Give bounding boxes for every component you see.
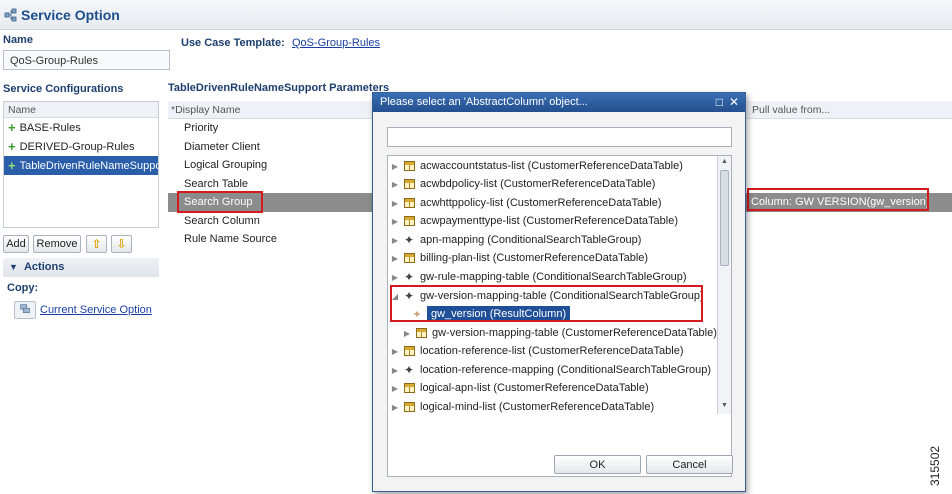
tree-item[interactable]: ▶ acwbdpolicy-list (CustomerReferenceDat… xyxy=(390,175,655,193)
scrollbar-thumb[interactable] xyxy=(720,170,729,266)
actions-section-header[interactable]: ▼ Actions xyxy=(3,258,159,277)
select-abstract-column-dialog: Please select an 'AbstractColumn' object… xyxy=(372,92,746,492)
tree-item[interactable]: ▶ acwaccountstatus-list (CustomerReferen… xyxy=(390,157,683,175)
tree-item-label: gw-version-mapping-table (CustomerRefere… xyxy=(432,327,717,339)
name-label: Name xyxy=(3,34,33,46)
actions-title: Actions xyxy=(23,261,65,273)
copy-label: Copy: xyxy=(7,282,39,294)
page-title: Service Option xyxy=(21,7,120,23)
tree-item-label: billing-plan-list (CustomerReferenceData… xyxy=(420,252,649,264)
tree-item[interactable]: ▶ acwpaymenttype-list (CustomerReference… xyxy=(390,212,678,230)
expand-arrow-icon[interactable]: ▶ xyxy=(390,199,400,208)
plus-icon: + xyxy=(8,157,16,173)
tree-item[interactable]: ▶ location-reference-list (CustomerRefer… xyxy=(390,342,684,360)
tree-item[interactable]: ▶ logical-apn-list (CustomerReferenceDat… xyxy=(390,379,649,397)
expand-arrow-icon[interactable]: ▶ xyxy=(390,403,400,412)
table-icon xyxy=(404,161,415,171)
pull-value-column-header: Pull value from... xyxy=(752,104,831,116)
tree-item-label: apn-mapping (ConditionalSearchTableGroup… xyxy=(420,234,642,246)
service-configurations-title: Service Configurations xyxy=(3,83,124,95)
tree-item[interactable]: ▶ logical-mind-list (CustomerReferenceDa… xyxy=(390,398,654,416)
list-item-label: TableDrivenRuleNameSupport xyxy=(19,159,158,172)
list-item[interactable]: + TableDrivenRuleNameSupport xyxy=(4,156,158,175)
tree-item-label: logical-mind-list (CustomerReferenceData… xyxy=(420,401,655,413)
tree-item-label: acwaccountstatus-list (CustomerReference… xyxy=(420,160,683,172)
expand-arrow-icon[interactable]: ▶ xyxy=(390,366,400,375)
plus-icon: + xyxy=(8,119,16,135)
scroll-down-arrow-icon[interactable]: ▼ xyxy=(721,402,728,409)
service-option-icon xyxy=(4,8,17,22)
table-icon xyxy=(404,346,415,356)
display-name-column-header: *Display Name xyxy=(171,104,241,116)
tree-item[interactable]: ▶ acwhttppolicy-list (CustomerReferenceD… xyxy=(390,194,662,212)
list-item-label: BASE-Rules xyxy=(19,121,81,134)
highlight-search-group xyxy=(177,191,263,213)
copy-icon xyxy=(14,301,36,319)
list-item[interactable]: + BASE-Rules xyxy=(4,118,158,137)
dialog-title: Please select an 'AbstractColumn' object… xyxy=(380,96,588,108)
parameters-title: TableDrivenRuleNameSupport Parameters xyxy=(168,82,390,94)
table-icon xyxy=(416,328,427,338)
tree-item-label: acwpaymenttype-list (CustomerReferenceDa… xyxy=(420,215,678,227)
use-case-template-link[interactable]: QoS-Group-Rules xyxy=(292,37,380,49)
cancel-button[interactable]: Cancel xyxy=(646,455,733,474)
highlight-gw-version xyxy=(390,285,703,322)
scroll-up-arrow-icon[interactable]: ▲ xyxy=(721,158,728,165)
service-configurations-list: Name + BASE-Rules + DERIVED-Group-Rules … xyxy=(3,101,159,228)
list-column-header: Name xyxy=(4,102,158,118)
collapse-triangle-icon: ▼ xyxy=(9,262,18,272)
expand-arrow-icon[interactable]: ▶ xyxy=(390,217,400,226)
expand-arrow-icon[interactable]: ▶ xyxy=(390,180,400,189)
move-down-button[interactable]: ⇩ xyxy=(111,235,132,253)
close-icon[interactable]: ✕ xyxy=(729,95,739,109)
figure-id: 315502 xyxy=(928,445,942,486)
tree-item-label: location-reference-list (CustomerReferen… xyxy=(420,345,684,357)
table-icon xyxy=(404,179,415,189)
move-up-button[interactable]: ⇧ xyxy=(86,235,107,253)
name-field[interactable]: QoS-Group-Rules xyxy=(3,50,170,70)
table-icon xyxy=(404,402,415,412)
arrow-up-icon: ⇧ xyxy=(91,237,102,251)
remove-button[interactable]: Remove xyxy=(33,235,81,253)
tree-item-label: acwbdpolicy-list (CustomerReferenceDataT… xyxy=(420,178,656,190)
expand-arrow-icon[interactable]: ▶ xyxy=(402,329,412,338)
table-icon xyxy=(404,383,415,393)
expand-arrow-icon[interactable]: ▶ xyxy=(390,236,400,245)
current-service-option-link[interactable]: Current Service Option xyxy=(40,304,152,316)
list-item-label: DERIVED-Group-Rules xyxy=(19,140,135,153)
list-item[interactable]: + DERIVED-Group-Rules xyxy=(4,137,158,156)
tree-item[interactable]: ▶ ✦ gw-rule-mapping-table (ConditionalSe… xyxy=(390,268,687,286)
table-icon xyxy=(404,216,415,226)
tree-item-label: acwhttppolicy-list (CustomerReferenceDat… xyxy=(420,197,662,209)
filter-input[interactable] xyxy=(387,127,732,147)
tree-item[interactable]: ▶ gw-version-mapping-table (CustomerRefe… xyxy=(402,324,717,342)
group-icon: ✦ xyxy=(403,233,415,247)
ok-button[interactable]: OK xyxy=(554,455,641,474)
expand-arrow-icon[interactable]: ▶ xyxy=(390,273,400,282)
expand-arrow-icon[interactable]: ▶ xyxy=(390,347,400,356)
tree-item[interactable]: ▶ ✦ location-reference-mapping (Conditio… xyxy=(390,361,711,379)
table-icon xyxy=(404,253,415,263)
expand-arrow-icon[interactable]: ▶ xyxy=(390,162,400,171)
maximize-icon[interactable]: □ xyxy=(716,95,723,109)
header-bar: Service Option xyxy=(0,0,952,30)
table-icon xyxy=(404,198,415,208)
group-icon: ✦ xyxy=(403,363,415,377)
tree-item-label: location-reference-mapping (ConditionalS… xyxy=(420,364,712,376)
tree-item-label: logical-apn-list (CustomerReferenceDataT… xyxy=(420,382,649,394)
tree-item-label: gw-rule-mapping-table (ConditionalSearch… xyxy=(420,271,687,283)
arrow-down-icon: ⇩ xyxy=(116,237,127,251)
tree-item[interactable]: ▶ ✦ apn-mapping (ConditionalSearchTableG… xyxy=(390,231,641,249)
tree-scrollbar[interactable]: ▲ ▼ xyxy=(717,156,731,414)
dialog-title-bar: Please select an 'AbstractColumn' object… xyxy=(373,93,745,112)
use-case-template-label: Use Case Template: xyxy=(181,37,285,49)
group-icon: ✦ xyxy=(403,270,415,284)
expand-arrow-icon[interactable]: ▶ xyxy=(390,384,400,393)
plus-icon: + xyxy=(8,138,16,154)
add-button[interactable]: Add xyxy=(3,235,29,253)
highlight-pull-value xyxy=(747,188,929,211)
tree-item[interactable]: ▶ billing-plan-list (CustomerReferenceDa… xyxy=(390,249,648,267)
expand-arrow-icon[interactable]: ▶ xyxy=(390,254,400,263)
